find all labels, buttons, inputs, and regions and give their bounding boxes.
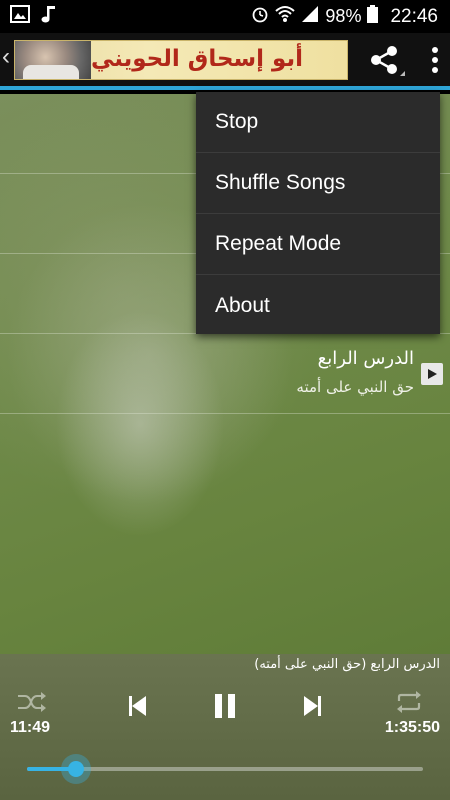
menu-item-about[interactable]: About [196,275,440,336]
next-button[interactable] [299,694,325,722]
back-chevron-icon[interactable]: ‹ [2,43,10,71]
now-playing-title: الدرس الرابع (حق النبي على أمته) [254,657,440,672]
clock: 22:46 [390,5,438,27]
list-item[interactable]: الدرس الرابع حق النبي على أمته [0,334,450,414]
pause-button[interactable] [210,692,240,724]
menu-item-shuffle[interactable]: Shuffle Songs [196,153,440,214]
action-bar: ‹ أبو إسحاق الحويني [0,33,450,90]
sheikh-photo [15,41,91,79]
share-icon [366,42,406,83]
skip-next-icon [302,695,322,722]
player-bar: الدرس الرابع (حق النبي على أمته) 11:49 1… [0,654,450,800]
play-icon[interactable] [421,363,443,385]
menu-item-stop[interactable]: Stop [196,92,440,153]
repeat-icon [395,690,423,718]
shuffle-button[interactable] [14,691,48,717]
seek-thumb[interactable] [60,754,91,784]
seek-bar[interactable] [27,754,423,784]
elapsed-time: 11:49 [10,719,51,736]
menu-item-repeat[interactable]: Repeat Mode [196,214,440,275]
pause-icon [213,693,237,724]
overflow-menu-icon [431,46,439,79]
list-divider [0,413,450,414]
repeat-button[interactable] [394,690,424,718]
track-subtitle: حق النبي على أمته [296,378,414,396]
overflow-menu: Stop Shuffle Songs Repeat Mode About [196,92,440,334]
music-note-icon [40,4,58,29]
status-bar: 98% 22:46 [0,0,450,33]
battery-percent: 98% [325,6,362,26]
share-button[interactable] [366,44,406,80]
skip-previous-icon [128,695,148,722]
image-icon [10,5,30,28]
total-duration: 1:35:50 [384,719,440,736]
overflow-menu-button[interactable] [422,44,448,80]
track-title: الدرس الرابع [317,348,414,369]
signal-icon [301,5,319,28]
alarm-icon [251,5,269,28]
shuffle-icon [16,691,46,717]
wifi-icon [275,5,296,28]
header-banner: أبو إسحاق الحويني [14,40,348,80]
previous-button[interactable] [125,694,151,722]
banner-title: أبو إسحاق الحويني [90,46,303,72]
battery-icon [367,5,379,28]
